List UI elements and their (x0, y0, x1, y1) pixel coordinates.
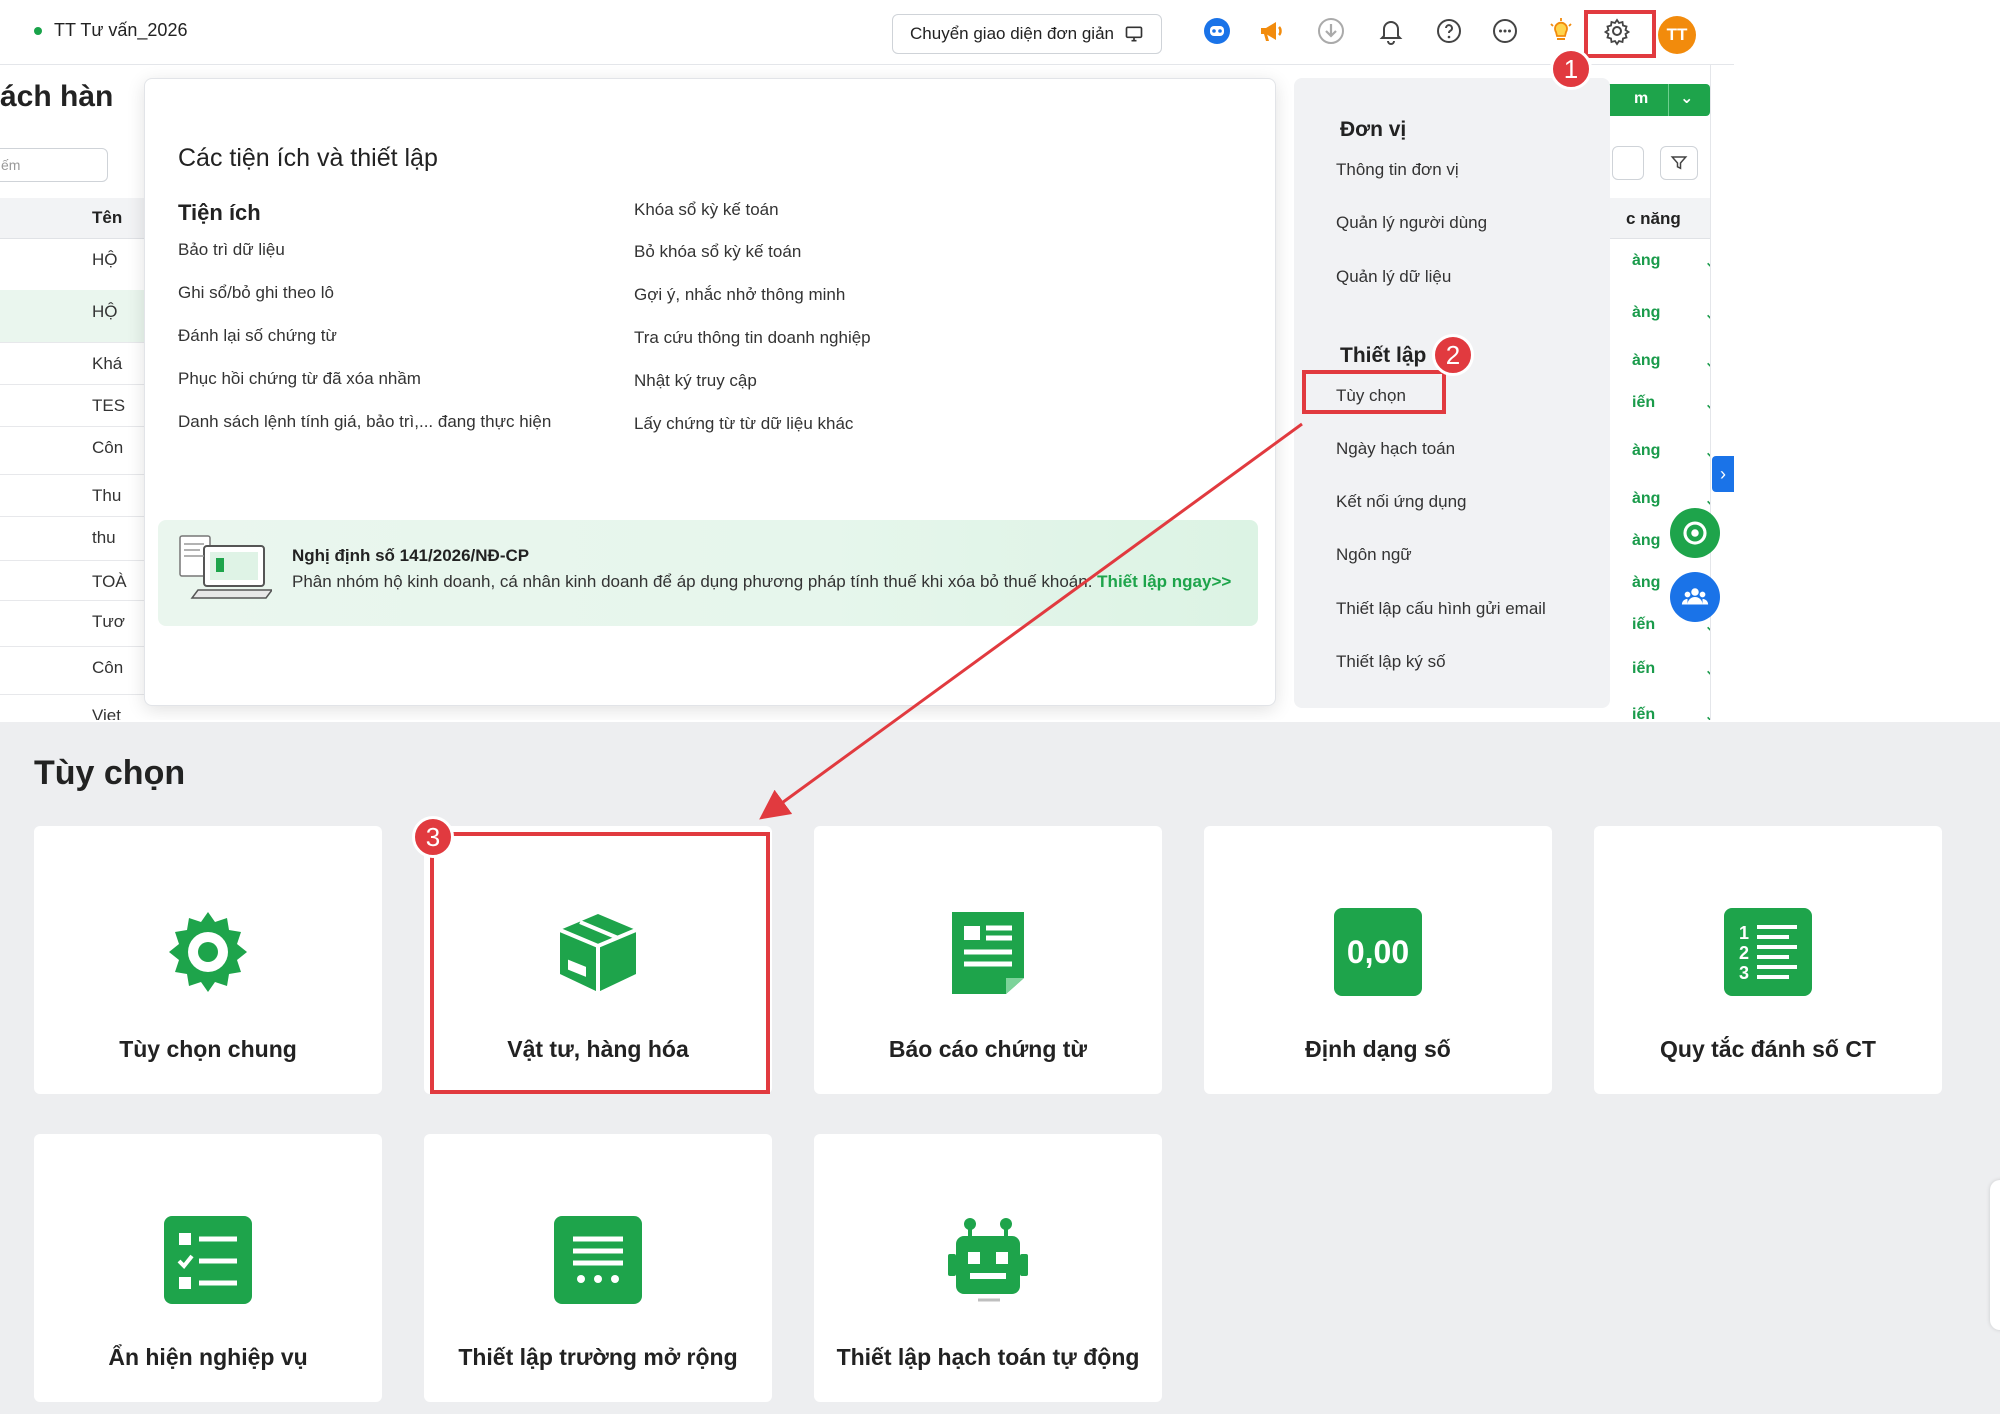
annotation-arrow (759, 422, 1303, 820)
